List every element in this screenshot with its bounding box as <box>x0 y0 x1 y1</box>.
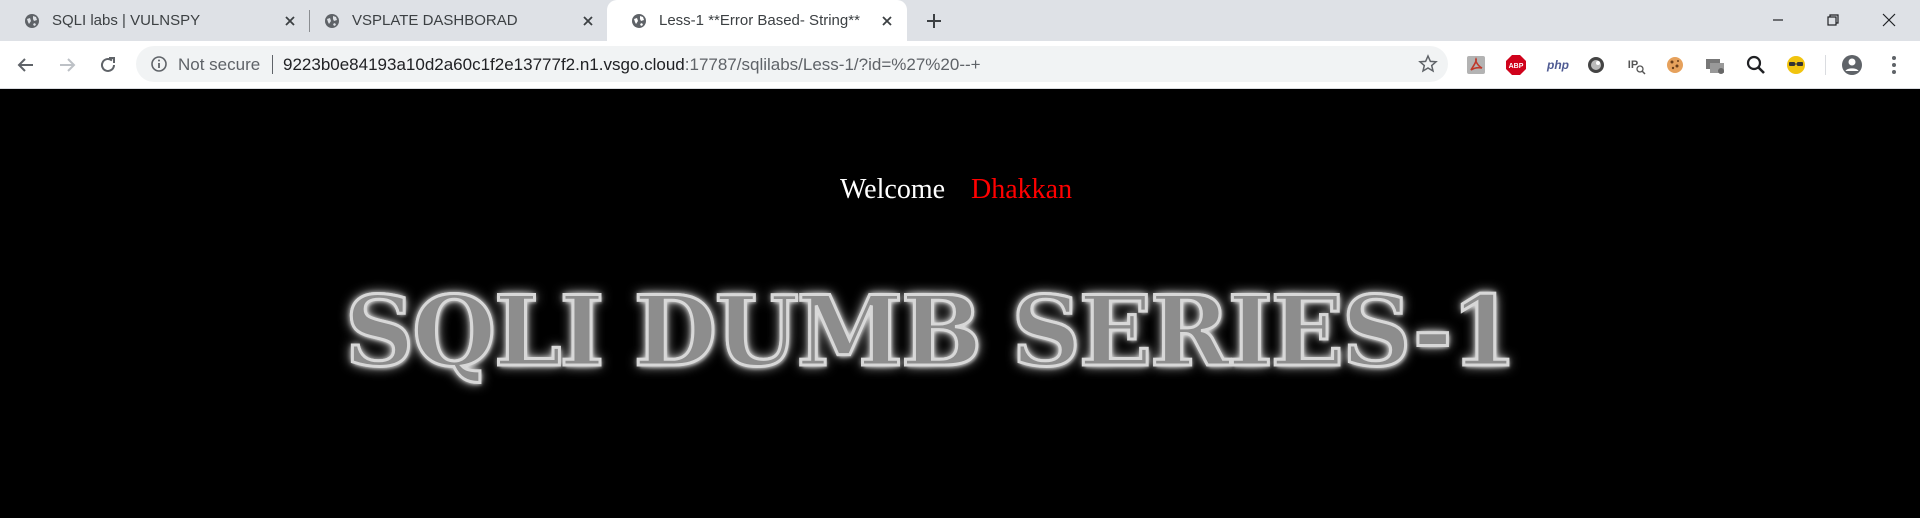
close-tab-icon[interactable] <box>580 13 596 29</box>
tab-vsplate-dashboard[interactable]: VSPLATE DASHBORAD <box>300 0 600 41</box>
new-tab-icon[interactable] <box>924 11 944 31</box>
page-content: Welcome Dhakkan SQLI DUMB SERIES-1 <box>0 89 1920 518</box>
tab-title: Less-1 **Error Based- String** <box>659 12 860 29</box>
tab-strip: SQLI labs | VULNSPY VSPLATE DASHBORAD Le… <box>0 0 1920 41</box>
close-window-icon[interactable] <box>1877 8 1901 32</box>
cookie-icon[interactable] <box>1664 54 1686 76</box>
circle-extension-icon[interactable] <box>1585 54 1607 76</box>
tab-sqli-labs[interactable]: SQLI labs | VULNSPY <box>0 0 300 41</box>
tab-less-1[interactable]: Less-1 **Error Based- String** <box>607 0 907 41</box>
info-icon[interactable] <box>150 55 168 73</box>
browser-toolbar: Not secure 9223b0e84193a10d2a60c1f2e1377… <box>0 41 1920 89</box>
globe-icon <box>632 14 646 28</box>
welcome-line: Welcome Dhakkan <box>840 174 1072 206</box>
magnifier-icon[interactable] <box>1745 54 1767 76</box>
bookmark-star-icon[interactable] <box>1418 54 1438 74</box>
close-tab-icon[interactable] <box>282 13 298 29</box>
close-tab-icon[interactable] <box>879 13 895 29</box>
php-icon[interactable]: php <box>1544 54 1572 76</box>
globe-icon <box>25 14 39 28</box>
globe-icon <box>325 14 339 28</box>
adblock-label: ABP <box>1509 63 1524 70</box>
menu-dots-icon[interactable] <box>1882 53 1906 77</box>
address-bar[interactable]: Not secure 9223b0e84193a10d2a60c1f2e1377… <box>136 46 1448 82</box>
url-path: :17787/sqlilabs/Less-1/?id=%27%20--+ <box>684 55 981 74</box>
welcome-text: Welcome <box>840 174 946 205</box>
php-label: php <box>1546 58 1569 72</box>
profile-avatar-icon[interactable] <box>1840 53 1864 77</box>
url-text[interactable]: 9223b0e84193a10d2a60c1f2e13777f2.n1.vsgo… <box>283 55 981 75</box>
address-divider <box>272 55 273 74</box>
network-icon[interactable] <box>1704 54 1726 76</box>
security-label[interactable]: Not secure <box>178 55 260 75</box>
pdf-icon[interactable] <box>1465 54 1487 76</box>
tab-title: SQLI labs | VULNSPY <box>52 12 201 29</box>
back-arrow-icon[interactable] <box>14 53 38 77</box>
glasses-icon[interactable] <box>1785 54 1807 76</box>
tab-title: VSPLATE DASHBORAD <box>352 12 518 29</box>
adblock-icon[interactable]: ABP <box>1505 54 1527 76</box>
restore-icon[interactable] <box>1821 8 1845 32</box>
url-host: 9223b0e84193a10d2a60c1f2e13777f2.n1.vsgo… <box>283 55 685 74</box>
user-name: Dhakkan <box>971 174 1073 205</box>
forward-arrow-icon[interactable] <box>55 53 79 77</box>
ip-icon[interactable]: IP <box>1624 54 1646 76</box>
reload-icon[interactable] <box>96 53 120 77</box>
toolbar-divider <box>1825 55 1826 75</box>
minimize-icon[interactable] <box>1766 8 1790 32</box>
sqli-banner-title: SQLI DUMB SERIES-1 <box>344 275 1575 388</box>
